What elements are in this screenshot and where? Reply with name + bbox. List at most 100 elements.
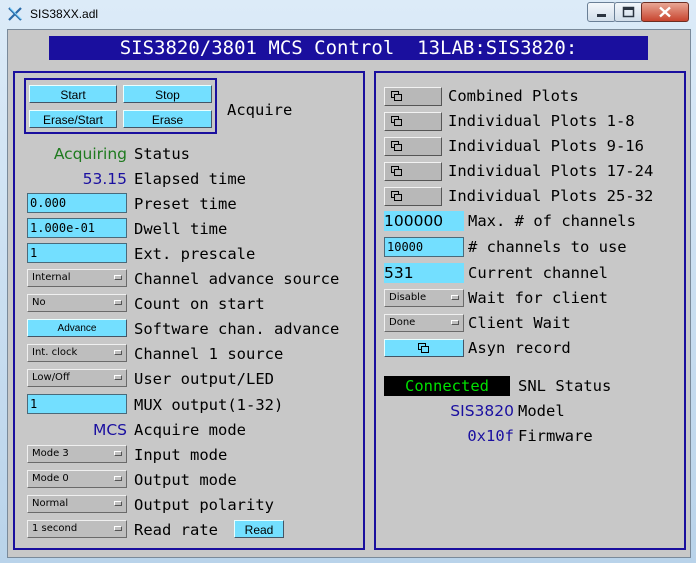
model-label: Model bbox=[518, 402, 565, 420]
model-value: SIS3820 bbox=[450, 402, 514, 420]
current-channel-value: 531 bbox=[384, 263, 464, 283]
acquire-status-value: Acquiring bbox=[53, 145, 127, 163]
related-display-icon bbox=[391, 141, 402, 151]
snl-status-label: SNL Status bbox=[518, 377, 612, 395]
current-channel-label: Current channel bbox=[468, 264, 608, 282]
output-mode-menu[interactable]: Mode 0 bbox=[27, 470, 127, 488]
software-advance-label: Software chan. advance bbox=[134, 320, 340, 338]
firmware-value: 0x10f bbox=[467, 427, 514, 445]
elapsed-time-label: Elapsed time bbox=[134, 170, 246, 188]
dwell-time-input[interactable]: 1.000e-01 bbox=[27, 218, 127, 238]
client-wait-menu[interactable]: Done bbox=[384, 314, 464, 332]
menu-indicator-icon bbox=[114, 451, 122, 456]
status-label: Status bbox=[134, 145, 190, 163]
prescale-label: Ext. prescale bbox=[134, 245, 256, 263]
plots-17-24-button[interactable] bbox=[384, 162, 442, 181]
user-output-value: Low/Off bbox=[32, 372, 70, 383]
read-rate-label: Read rate bbox=[134, 521, 218, 539]
output-mode-label: Output mode bbox=[134, 471, 237, 489]
channel-1-source-value: Int. clock bbox=[32, 347, 78, 358]
application-window: SIS38XX.adl SIS3820/3801 MCS Control 13L… bbox=[0, 0, 696, 563]
menu-indicator-icon bbox=[451, 295, 459, 300]
close-button[interactable] bbox=[641, 2, 689, 22]
asyn-record-label: Asyn record bbox=[468, 339, 571, 357]
count-on-start-menu[interactable]: No bbox=[27, 294, 127, 312]
menu-indicator-icon bbox=[114, 501, 122, 506]
user-output-label: User output/LED bbox=[134, 370, 274, 388]
menu-indicator-icon bbox=[114, 350, 122, 355]
menu-indicator-icon bbox=[451, 320, 459, 325]
close-icon bbox=[659, 6, 671, 18]
menu-indicator-icon bbox=[114, 275, 122, 280]
input-mode-menu[interactable]: Mode 3 bbox=[27, 445, 127, 463]
channels-to-use-input[interactable]: 10000 bbox=[384, 237, 464, 257]
mux-output-label: MUX output(1-32) bbox=[134, 396, 284, 414]
client-wait-label: Client Wait bbox=[468, 314, 571, 332]
input-mode-value: Mode 3 bbox=[32, 448, 69, 459]
combined-plots-label: Combined Plots bbox=[448, 87, 579, 105]
wait-for-client-value: Disable bbox=[389, 292, 427, 303]
stop-button[interactable]: Stop bbox=[123, 85, 212, 103]
menu-indicator-icon bbox=[114, 526, 122, 531]
plots-1-8-button[interactable] bbox=[384, 112, 442, 131]
read-button[interactable]: Read bbox=[234, 520, 284, 538]
wait-for-client-label: Wait for client bbox=[468, 289, 608, 307]
title-bar[interactable]: SIS38XX.adl bbox=[0, 0, 696, 28]
software-advance-button[interactable]: Advance bbox=[27, 319, 127, 337]
max-channels-value: 100000 bbox=[384, 211, 464, 231]
maximize-button[interactable] bbox=[614, 2, 643, 22]
channel-1-source-label: Channel 1 source bbox=[134, 345, 284, 363]
erase-button[interactable]: Erase bbox=[123, 110, 212, 128]
elapsed-time-value: 53.15 bbox=[82, 170, 127, 188]
prescale-input[interactable]: 1 bbox=[27, 243, 127, 263]
input-mode-label: Input mode bbox=[134, 446, 228, 464]
output-polarity-menu[interactable]: Normal bbox=[27, 495, 127, 513]
related-display-icon bbox=[418, 343, 429, 353]
menu-indicator-icon bbox=[114, 300, 122, 305]
plots-17-24-label: Individual Plots 17-24 bbox=[448, 162, 654, 180]
channel-advance-source-label: Channel advance source bbox=[134, 270, 340, 288]
wait-for-client-menu[interactable]: Disable bbox=[384, 289, 464, 307]
output-polarity-value: Normal bbox=[32, 498, 69, 509]
read-rate-menu[interactable]: 1 second bbox=[27, 520, 127, 538]
minimize-icon bbox=[597, 14, 606, 17]
channels-to-use-label: # channels to use bbox=[468, 238, 627, 256]
left-control-panel: Start Stop Erase/Start Erase Acquire Acq… bbox=[13, 71, 365, 550]
related-display-icon bbox=[391, 91, 402, 101]
preset-time-label: Preset time bbox=[134, 195, 237, 213]
max-channels-label: Max. # of channels bbox=[468, 212, 636, 230]
plots-9-16-button[interactable] bbox=[384, 137, 442, 156]
acquire-mode-value: MCS bbox=[92, 421, 127, 439]
read-rate-value: 1 second bbox=[32, 523, 78, 534]
erase-start-button[interactable]: Erase/Start bbox=[29, 110, 117, 128]
acquire-mode-label: Acquire mode bbox=[134, 421, 246, 439]
plots-25-32-button[interactable] bbox=[384, 187, 442, 206]
maximize-icon bbox=[622, 6, 635, 18]
minimize-button[interactable] bbox=[587, 2, 616, 22]
combined-plots-button[interactable] bbox=[384, 87, 442, 106]
snl-status-value: Connected bbox=[384, 376, 510, 396]
mux-output-input[interactable]: 1 bbox=[27, 394, 127, 414]
user-output-menu[interactable]: Low/Off bbox=[27, 369, 127, 387]
start-button[interactable]: Start bbox=[29, 85, 117, 103]
right-control-panel: Combined Plots Individual Plots 1-8 Indi… bbox=[374, 71, 686, 550]
plots-9-16-label: Individual Plots 9-16 bbox=[448, 137, 644, 155]
acquire-label: Acquire bbox=[227, 101, 293, 119]
asyn-record-button[interactable] bbox=[384, 339, 464, 357]
count-on-start-label: Count on start bbox=[134, 295, 265, 313]
related-display-icon bbox=[391, 116, 402, 126]
medm-display: SIS3820/3801 MCS Control 13LAB:SIS3820: … bbox=[7, 29, 691, 558]
menu-indicator-icon bbox=[114, 476, 122, 481]
dwell-time-label: Dwell time bbox=[134, 220, 228, 238]
client-wait-value: Done bbox=[389, 317, 416, 328]
preset-time-input[interactable]: 0.000 bbox=[27, 193, 127, 213]
count-on-start-value: No bbox=[32, 297, 46, 308]
plots-1-8-label: Individual Plots 1-8 bbox=[448, 112, 635, 130]
window-title: SIS38XX.adl bbox=[30, 7, 99, 21]
menu-indicator-icon bbox=[114, 375, 122, 380]
related-display-icon bbox=[391, 166, 402, 176]
channel-advance-source-menu[interactable]: Internal bbox=[27, 269, 127, 287]
page-title: SIS3820/3801 MCS Control 13LAB:SIS3820: bbox=[49, 36, 648, 60]
channel-1-source-menu[interactable]: Int. clock bbox=[27, 344, 127, 362]
plots-25-32-label: Individual Plots 25-32 bbox=[448, 187, 654, 205]
